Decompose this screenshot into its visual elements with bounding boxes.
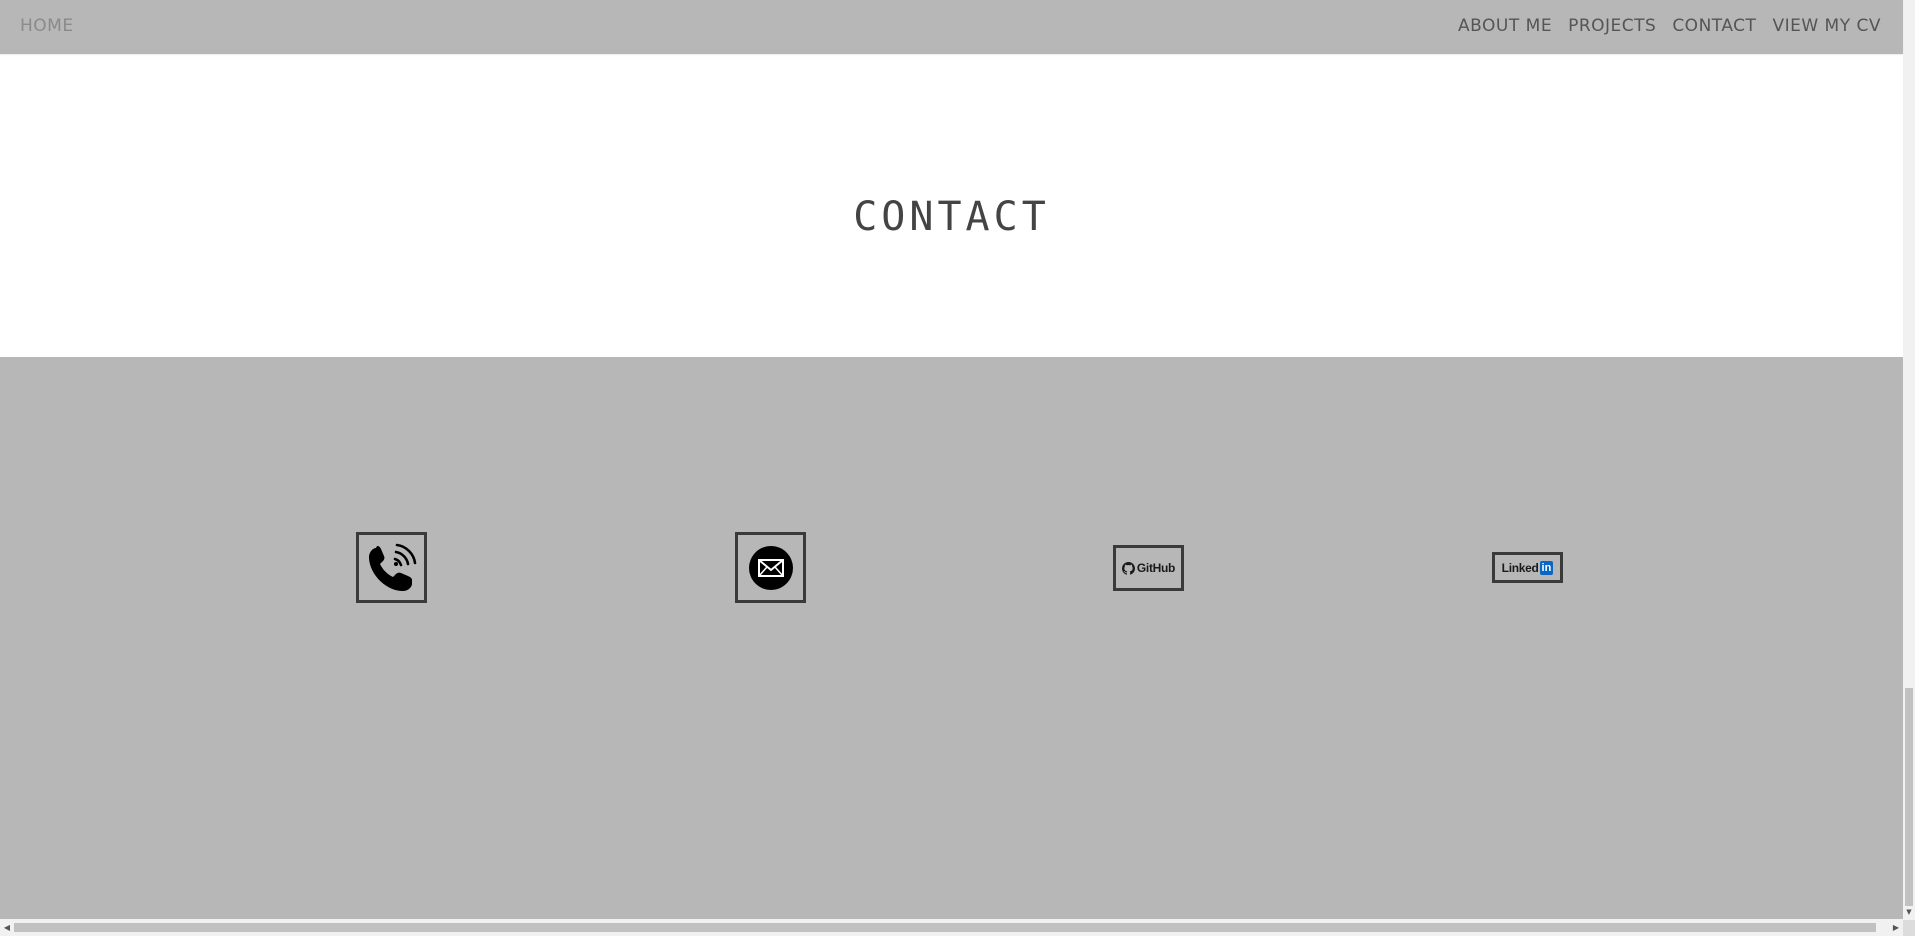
vertical-scroll-thumb[interactable]	[1905, 688, 1913, 906]
linkedin-in-badge: in	[1539, 560, 1554, 575]
phone-contact-button[interactable]	[356, 532, 427, 603]
nav-link-about-me[interactable]: ABOUT ME	[1458, 16, 1552, 36]
vertical-scrollbar[interactable]: ▼	[1903, 0, 1915, 920]
linkedin-logo-text: Linked	[1501, 560, 1539, 575]
scroll-right-arrow-icon[interactable]: ▶	[1891, 922, 1901, 933]
horizontal-scrollbar[interactable]: ◀ ▶	[0, 919, 1903, 936]
scroll-down-arrow-icon[interactable]: ▼	[1905, 907, 1913, 917]
nav-home-link[interactable]: HOME	[20, 16, 74, 36]
github-contact-button[interactable]: GitHub	[1113, 545, 1184, 591]
nav-links: ABOUT ME PROJECTS CONTACT VIEW MY CV	[1458, 16, 1881, 36]
github-icon	[1121, 561, 1135, 575]
scroll-left-arrow-icon[interactable]: ◀	[2, 922, 12, 933]
github-logo-text: GitHub	[1136, 561, 1176, 575]
nav-link-projects[interactable]: PROJECTS	[1568, 16, 1656, 36]
contact-section: GitHub Linked in	[0, 357, 1903, 919]
email-icon	[748, 545, 793, 590]
scrollbar-corner	[1903, 920, 1915, 936]
email-contact-button[interactable]	[735, 532, 806, 603]
nav-link-contact[interactable]: CONTACT	[1672, 16, 1756, 36]
github-logo: GitHub	[1121, 561, 1176, 575]
nav-link-view-cv[interactable]: VIEW MY CV	[1772, 16, 1881, 36]
section-title: CONTACT	[853, 194, 1050, 240]
linkedin-contact-button[interactable]: Linked in	[1492, 552, 1563, 583]
page: HOME ABOUT ME PROJECTS CONTACT VIEW MY C…	[0, 0, 1915, 936]
top-navbar: HOME ABOUT ME PROJECTS CONTACT VIEW MY C…	[0, 0, 1903, 54]
linkedin-logo: Linked in	[1501, 560, 1554, 575]
phone-icon	[368, 543, 416, 591]
horizontal-scroll-thumb[interactable]	[14, 923, 1876, 932]
title-section: CONTACT	[0, 54, 1903, 357]
